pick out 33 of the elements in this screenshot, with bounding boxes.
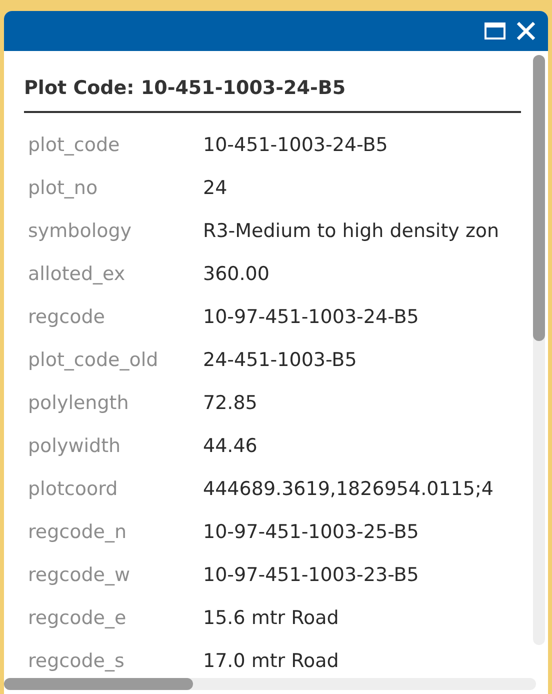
field-label: alloted_ex [27, 262, 126, 284]
field-label: plot_code [27, 134, 121, 156]
horizontal-scrollbar[interactable] [4, 678, 536, 690]
field-label: regcode [27, 306, 106, 328]
field-label: plot_no [27, 176, 99, 198]
field-label: symbology [27, 220, 133, 242]
popup-title: Plot Code: 10-451-1003-24-B5 [24, 76, 347, 101]
field-value: 10-451-1003-24-B5 [203, 134, 388, 156]
field-value: 444689.3619,1826954.0115;4 [203, 478, 494, 500]
maximize-button[interactable] [482, 20, 508, 42]
maximize-icon [484, 22, 506, 40]
field-label: plotcoord [27, 478, 119, 500]
field-value: 15.6 mtr Road [203, 606, 339, 628]
field-value: 44.46 [203, 434, 258, 456]
field-label: regcode_e [27, 606, 128, 628]
field-label: regcode_s [27, 650, 126, 672]
field-value: 17.0 mtr Road [203, 650, 339, 672]
field-label: polywidth [27, 434, 122, 456]
field-value: 10-97-451-1003-23-B5 [203, 564, 419, 586]
field-value: 360.00 [203, 262, 270, 284]
field-label: regcode_w [27, 564, 132, 586]
close-icon [516, 21, 536, 41]
field-value: R3-Medium to high density zon [203, 220, 500, 242]
field-label: regcode_n [27, 520, 128, 542]
field-value: 10-97-451-1003-24-B5 [203, 306, 419, 328]
field-label: polylength [27, 392, 130, 414]
field-value: 72.85 [203, 392, 258, 414]
field-value: 24-451-1003-B5 [203, 348, 357, 370]
field-value: 10-97-451-1003-25-B5 [203, 520, 419, 542]
close-button[interactable] [514, 19, 538, 43]
vertical-scrollbar[interactable] [533, 55, 545, 645]
field-value: 24 [203, 176, 228, 198]
field-label: plot_code_old [27, 348, 160, 370]
